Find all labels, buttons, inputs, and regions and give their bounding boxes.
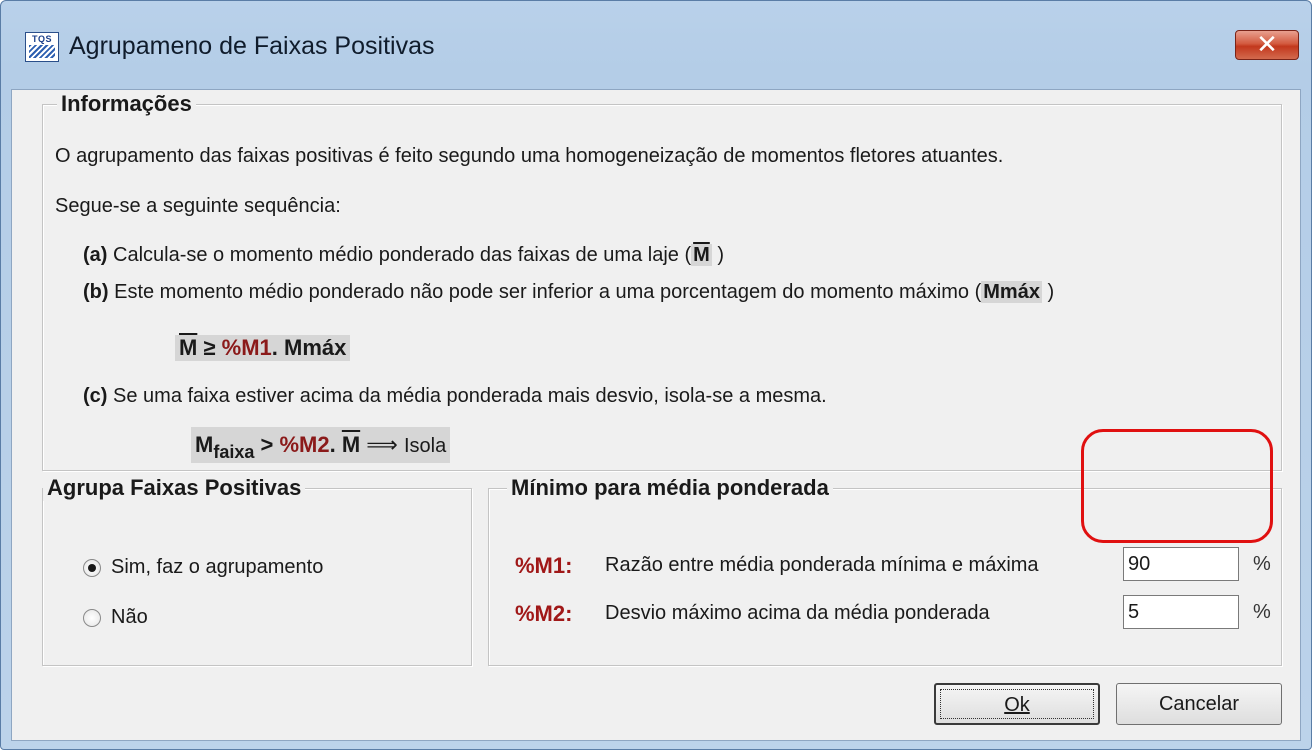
- m2-description: Desvio máximo acima da média ponderada: [605, 602, 990, 624]
- step-b-label: (b): [83, 281, 109, 303]
- step-b: (b) Este momento médio ponderado não pod…: [83, 281, 1054, 304]
- radio-nao[interactable]: [83, 609, 101, 627]
- m1-description: Razão entre média ponderada mínima e máx…: [605, 554, 1039, 576]
- step-c-text: Se uma faixa estiver acima da média pond…: [113, 385, 827, 407]
- formula-1-m: M: [179, 335, 198, 360]
- formula-1: M ≥ %M1. Mmáx: [175, 335, 351, 361]
- info-line-1: O agrupamento das faixas positivas é fei…: [55, 145, 1004, 167]
- ok-button[interactable]: Ok: [934, 683, 1100, 725]
- step-c: (c) Se uma faixa estiver acima da média …: [83, 385, 827, 408]
- window-title: Agrupameno de Faixas Positivas: [69, 32, 435, 60]
- step-a-label: (a): [83, 244, 108, 266]
- formula-2-arrow: ⟹: [366, 433, 398, 458]
- info-line-2: Segue-se a seguinte sequência:: [55, 195, 341, 217]
- step-b-text: Este momento médio ponderado não pode se…: [114, 281, 982, 303]
- m2-unit: %: [1253, 601, 1271, 623]
- formula-2-dot: .: [329, 432, 336, 457]
- radio-sim[interactable]: [83, 559, 101, 577]
- step-a-close: ): [717, 244, 725, 266]
- step-a: (a) Calcula-se o momento médio ponderado…: [83, 244, 724, 267]
- minimo-group-title: Mínimo para média ponderada: [507, 475, 833, 501]
- m2-input[interactable]: [1123, 595, 1239, 629]
- app-icon-text: TQS: [31, 34, 52, 44]
- app-icon-stripes: [29, 45, 55, 58]
- m1-unit: %: [1253, 553, 1271, 575]
- cancel-button-label: Cancelar: [1158, 693, 1240, 715]
- ok-focus-ring: [940, 689, 1094, 719]
- informacoes-group: Informações O agrupamento das faixas pos…: [42, 91, 1282, 471]
- app-icon: TQS: [25, 32, 59, 62]
- close-icon: ✕: [1256, 30, 1278, 60]
- formula-1-dot: .: [271, 335, 278, 360]
- agrupa-group: Agrupa Faixas Positivas Sim, faz o agrup…: [42, 475, 472, 666]
- formula-2-isola: Isola: [403, 435, 447, 457]
- informacoes-group-title: Informações: [57, 91, 196, 117]
- agrupa-group-title: Agrupa Faixas Positivas: [43, 475, 306, 501]
- formula-2-sub: faixa: [213, 442, 255, 462]
- step-a-symbol: M: [691, 244, 712, 266]
- dialog-window: TQS Agrupameno de Faixas Positivas ✕ Inf…: [0, 0, 1312, 750]
- cancel-button[interactable]: Cancelar: [1116, 683, 1282, 725]
- dialog-client-area: Informações O agrupamento das faixas pos…: [11, 89, 1301, 741]
- formula-2-m: M: [195, 432, 214, 457]
- formula-2-mbar: M: [341, 432, 361, 457]
- m2-label: %M2:: [515, 601, 573, 626]
- step-a-text: Calcula-se o momento médio ponderado das…: [113, 244, 692, 266]
- radio-nao-label[interactable]: Não: [111, 606, 148, 629]
- formula-2: Mfaixa > %M2. M ⟹ Isola: [191, 427, 451, 463]
- radio-sim-label[interactable]: Sim, faz o agrupamento: [111, 556, 323, 579]
- formula-2-op: >: [260, 432, 274, 457]
- formula-1-op: ≥: [203, 335, 216, 360]
- formula-2-pct: %M2: [279, 432, 330, 457]
- step-b-close: ): [1047, 281, 1055, 303]
- title-bar[interactable]: TQS Agrupameno de Faixas Positivas ✕: [1, 1, 1311, 89]
- step-b-symbol: Mmáx: [981, 281, 1042, 303]
- highlight-annotation: [1081, 429, 1273, 543]
- step-c-label: (c): [83, 385, 108, 407]
- formula-1-pct: %M1: [221, 335, 272, 360]
- formula-1-mmax: Mmáx: [284, 335, 347, 360]
- close-button[interactable]: ✕: [1235, 30, 1299, 60]
- m1-input[interactable]: [1123, 547, 1239, 581]
- m1-label: %M1:: [515, 553, 573, 578]
